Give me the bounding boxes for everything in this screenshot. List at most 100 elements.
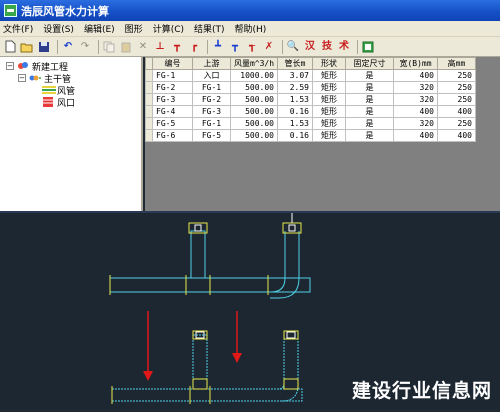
column-header[interactable]: 风量m^3/h xyxy=(230,57,278,70)
table-cell[interactable]: FG-3 xyxy=(152,93,193,106)
text-button-shu[interactable]: 术 xyxy=(337,40,351,54)
table-cell[interactable]: 矩形 xyxy=(312,129,346,142)
text-button-ji[interactable]: 技 xyxy=(320,40,334,54)
tree-item-duct[interactable]: 风管 xyxy=(6,84,141,97)
tree-item-outlet[interactable]: 风口 xyxy=(6,96,141,109)
collapse-icon[interactable]: − xyxy=(6,62,14,70)
table-cell[interactable]: 矩形 xyxy=(312,93,346,106)
table-cell[interactable]: 500.00 xyxy=(230,105,278,118)
save-icon[interactable] xyxy=(37,40,51,54)
check-icon[interactable]: ✗ xyxy=(262,40,276,54)
redo-icon[interactable]: ↷ xyxy=(78,40,92,54)
paste-icon[interactable] xyxy=(119,40,133,54)
table-row[interactable]: FG-2 FG-1 500.00 2.59 矩形是 320 250 xyxy=(145,81,476,94)
table-cell[interactable]: 是 xyxy=(345,105,394,118)
copy-icon[interactable] xyxy=(102,40,116,54)
column-header[interactable]: 上游 xyxy=(192,57,231,70)
table-cell[interactable]: 320 xyxy=(393,93,438,106)
table-cell[interactable]: 是 xyxy=(345,117,394,130)
tree-group[interactable]: − 主干管 xyxy=(6,72,141,85)
table-cell[interactable]: 400 xyxy=(393,105,438,118)
row-indicator[interactable] xyxy=(145,129,153,142)
table-cell[interactable]: 400 xyxy=(437,129,476,142)
row-indicator[interactable] xyxy=(145,69,153,82)
menu-calc[interactable]: 计算(C) xyxy=(153,22,184,35)
table-cell[interactable]: FG-6 xyxy=(152,129,193,142)
table-cell[interactable]: 320 xyxy=(393,81,438,94)
new-icon[interactable] xyxy=(3,40,17,54)
table-cell[interactable]: 矩形 xyxy=(312,69,346,82)
table-cell[interactable]: FG-1 xyxy=(152,69,193,82)
row-indicator[interactable] xyxy=(145,93,153,106)
undo-icon[interactable]: ↶ xyxy=(61,40,75,54)
table-cell[interactable]: 400 xyxy=(393,69,438,82)
table-cell[interactable]: 矩形 xyxy=(312,117,346,130)
menu-results[interactable]: 结果(T) xyxy=(194,22,225,35)
column-header[interactable]: 固定尺寸 xyxy=(345,57,394,70)
table-cell[interactable]: 0.16 xyxy=(277,129,313,142)
table-row[interactable]: FG-6 FG-5 500.00 0.16 矩形是 400 400 xyxy=(145,129,476,142)
table-cell[interactable]: 250 xyxy=(437,93,476,106)
menu-graphics[interactable]: 图形 xyxy=(125,22,143,35)
column-header[interactable]: 管长m xyxy=(277,57,313,70)
column-header[interactable]: 形状 xyxy=(312,57,346,70)
open-icon[interactable] xyxy=(20,40,34,54)
collapse-icon[interactable]: − xyxy=(18,74,26,82)
table-cell[interactable]: 是 xyxy=(345,69,394,82)
table-cell[interactable]: FG-4 xyxy=(152,105,193,118)
menu-file[interactable]: 文件(F) xyxy=(3,22,33,35)
table-row[interactable]: FG-1 入口 1000.00 3.07 矩形是 400 250 xyxy=(145,69,476,82)
duct-tee-icon[interactable]: ┳ xyxy=(170,40,184,54)
table-cell[interactable]: 320 xyxy=(393,117,438,130)
table-cell[interactable]: 矩形 xyxy=(312,105,346,118)
text-button-han[interactable]: 汉 xyxy=(303,40,317,54)
table-cell[interactable]: 500.00 xyxy=(230,129,278,142)
column-header[interactable]: 宽(B)mm xyxy=(393,57,438,70)
table-cell[interactable]: 500.00 xyxy=(230,117,278,130)
row-indicator[interactable] xyxy=(145,117,153,130)
menu-settings[interactable]: 设置(S) xyxy=(43,22,74,35)
table-cell[interactable]: 是 xyxy=(345,81,394,94)
table-row[interactable]: FG-5 FG-1 500.00 1.53 矩形是 320 250 xyxy=(145,117,476,130)
table-cell[interactable]: 500.00 xyxy=(230,81,278,94)
table-cell[interactable]: 是 xyxy=(345,93,394,106)
table-cell[interactable]: 1000.00 xyxy=(230,69,278,82)
table-cell[interactable]: 2.59 xyxy=(277,81,313,94)
row-indicator[interactable] xyxy=(145,81,153,94)
table-cell[interactable]: FG-1 xyxy=(192,81,231,94)
table-cell[interactable]: 0.16 xyxy=(277,105,313,118)
table-cell[interactable]: 400 xyxy=(393,129,438,142)
row-indicator[interactable] xyxy=(145,105,153,118)
table-cell[interactable]: 400 xyxy=(437,105,476,118)
table-row[interactable]: FG-3 FG-2 500.00 1.53 矩形是 320 250 xyxy=(145,93,476,106)
table-cell[interactable]: 250 xyxy=(437,81,476,94)
table-cell[interactable]: 3.07 xyxy=(277,69,313,82)
table-cell[interactable]: FG-3 xyxy=(192,105,231,118)
menu-help[interactable]: 帮助(H) xyxy=(235,22,267,35)
table-cell[interactable]: 1.53 xyxy=(277,117,313,130)
table-cell[interactable]: FG-2 xyxy=(152,81,193,94)
duct-branch-icon[interactable]: ⊥ xyxy=(153,40,167,54)
table-cell[interactable]: 矩形 xyxy=(312,81,346,94)
table-cell[interactable]: FG-5 xyxy=(192,129,231,142)
delete-icon[interactable]: ✕ xyxy=(136,40,150,54)
duct-fitting-icon[interactable]: ┻ xyxy=(211,40,225,54)
table-cell[interactable]: FG-5 xyxy=(152,117,193,130)
duct-elbow-icon[interactable]: ┏ xyxy=(187,40,201,54)
table-cell[interactable]: FG-1 xyxy=(192,117,231,130)
cad-drawing-canvas[interactable]: 建设行业信息网 xyxy=(0,211,500,409)
search-icon[interactable]: 🔍 xyxy=(286,40,300,54)
table-cell[interactable]: 入口 xyxy=(192,69,231,82)
table-cell[interactable]: 500.00 xyxy=(230,93,278,106)
table-cell[interactable]: 是 xyxy=(345,129,394,142)
table-cell[interactable]: 1.53 xyxy=(277,93,313,106)
table-cell[interactable]: FG-2 xyxy=(192,93,231,106)
menu-edit[interactable]: 编辑(E) xyxy=(84,22,115,35)
table-cell[interactable]: 250 xyxy=(437,117,476,130)
export-icon[interactable] xyxy=(361,40,375,54)
calc-icon[interactable]: ┳ xyxy=(228,40,242,54)
tree-root[interactable]: − 新建工程 xyxy=(6,60,141,73)
table-cell[interactable]: 250 xyxy=(437,69,476,82)
settings-icon[interactable]: ┱ xyxy=(245,40,259,54)
column-header[interactable]: 编号 xyxy=(152,57,193,70)
